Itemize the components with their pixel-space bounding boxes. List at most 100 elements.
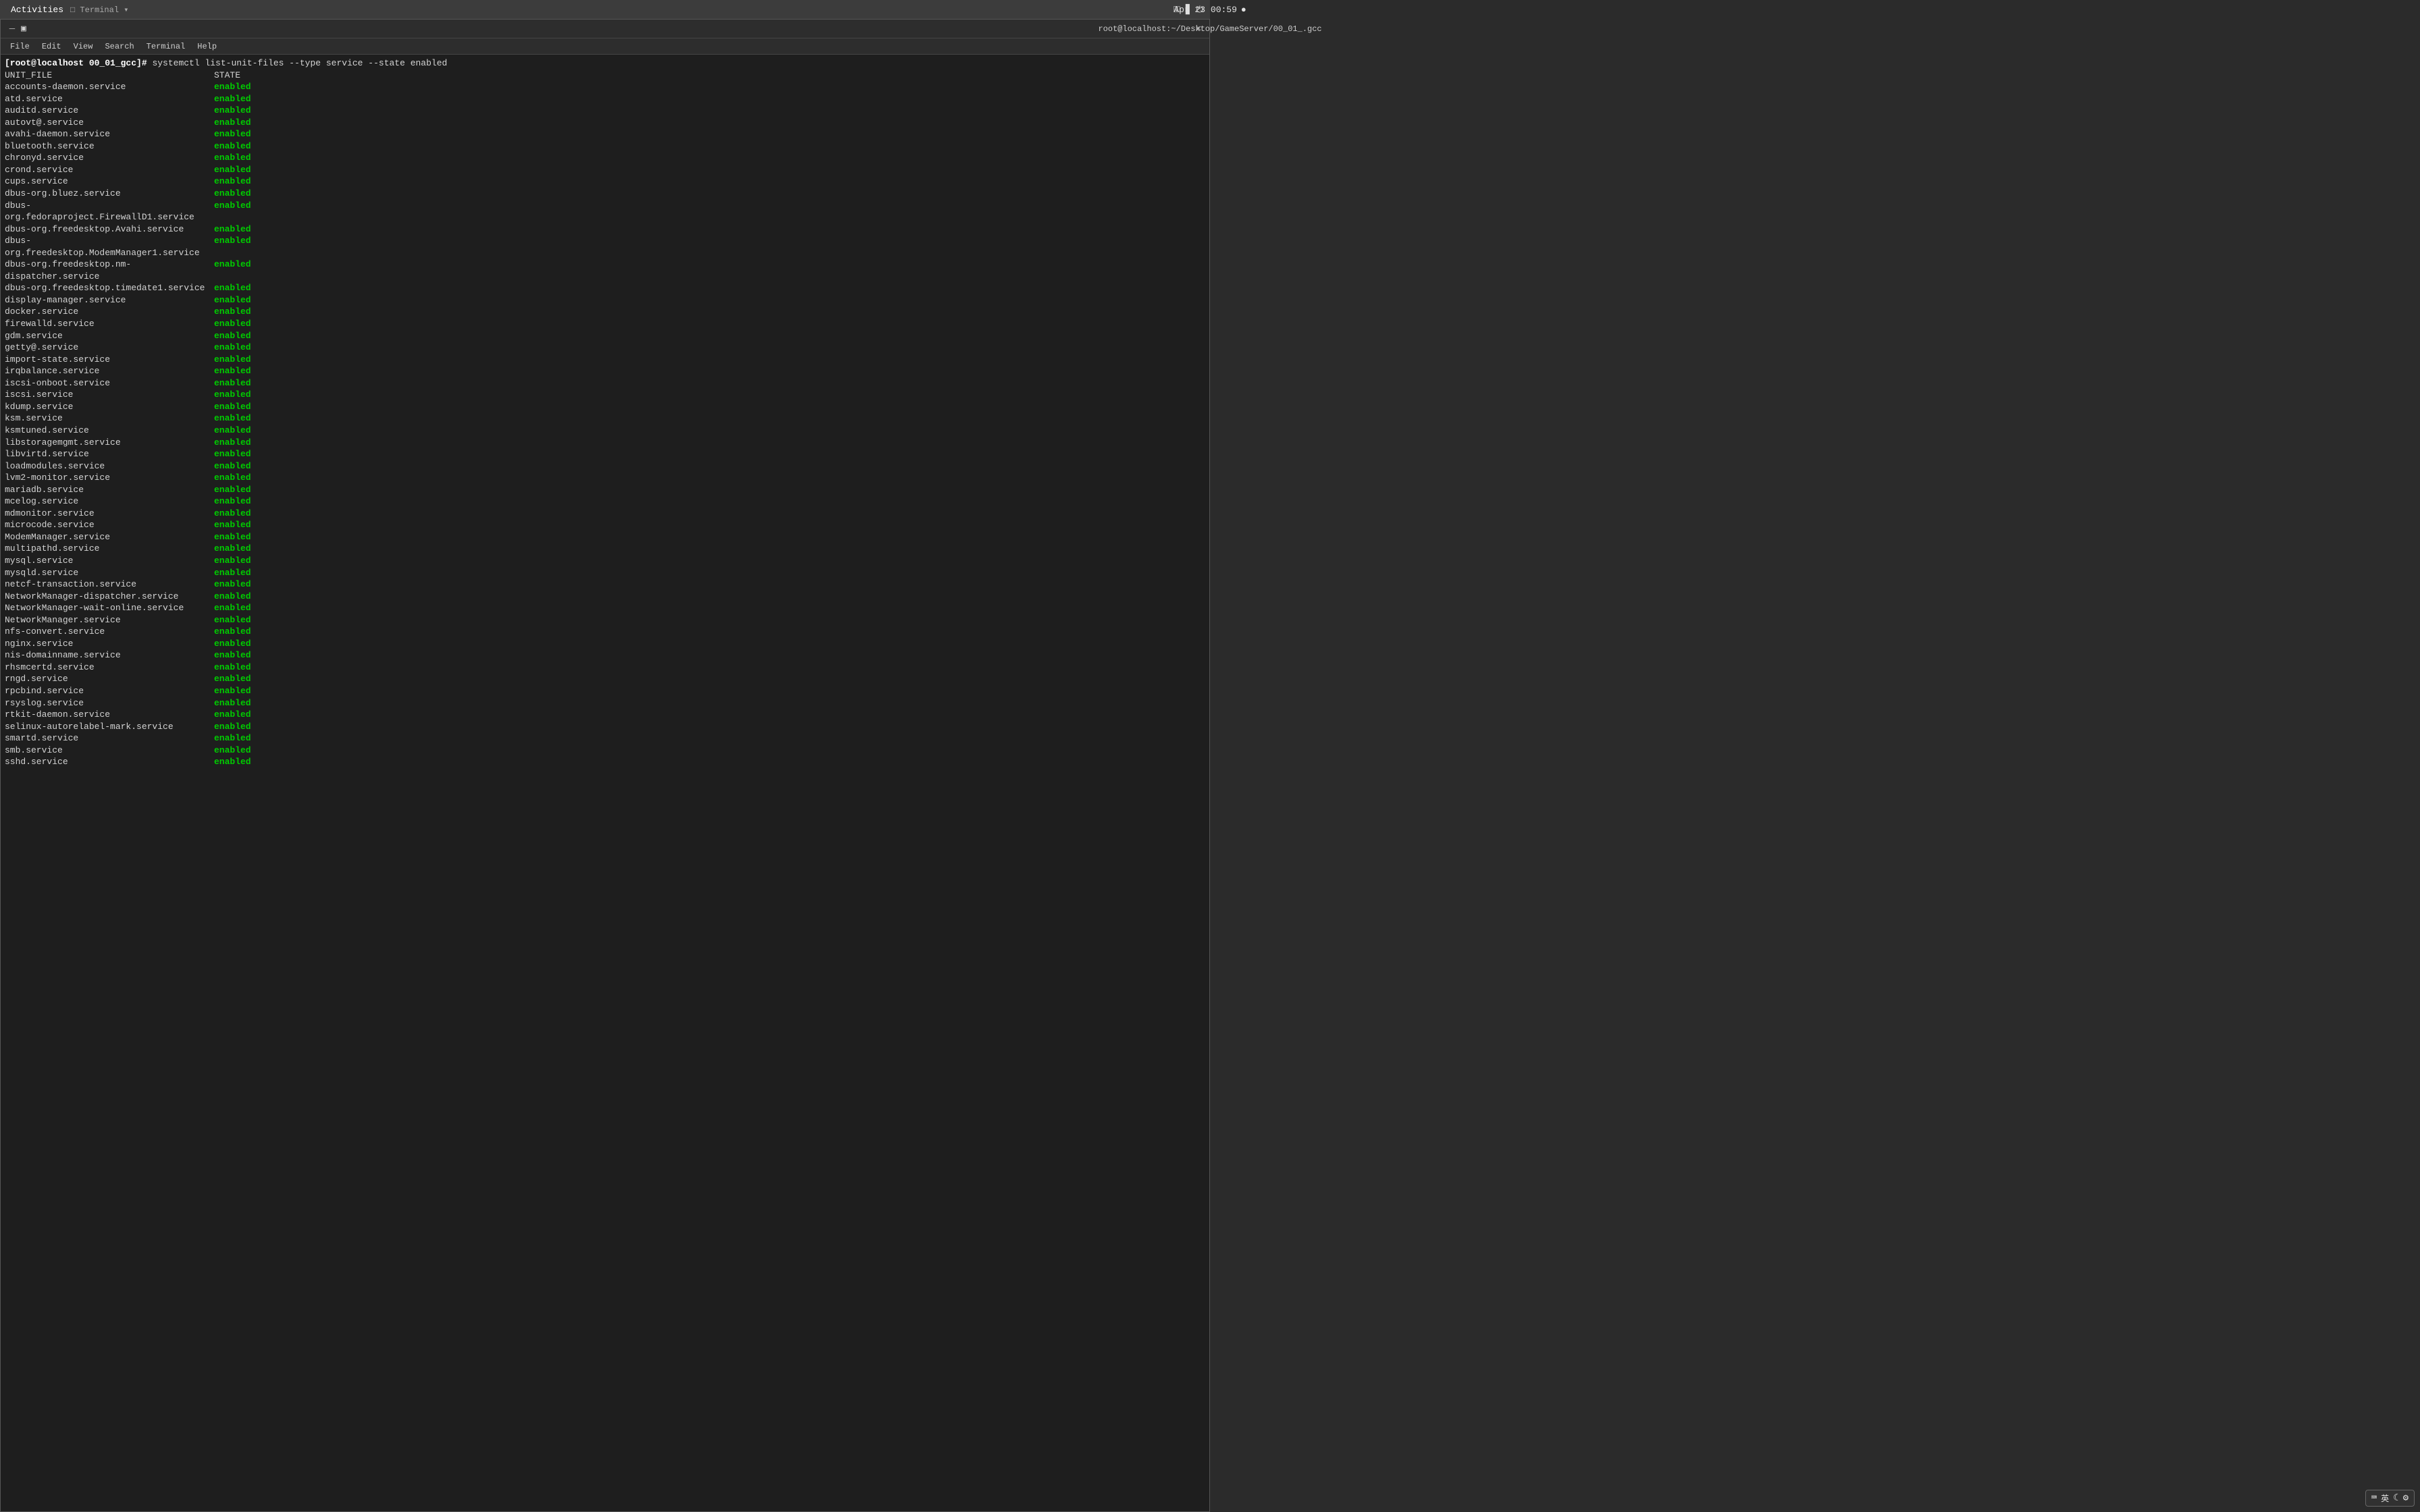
service-state: enabled bbox=[214, 81, 251, 93]
menu-file[interactable]: File bbox=[5, 40, 35, 53]
service-name: irqbalance.service bbox=[5, 365, 214, 377]
service-state: enabled bbox=[214, 543, 251, 555]
terminal-window: — ▣ root@localhost:~/Desktop/GameServer/… bbox=[0, 19, 1210, 1512]
table-row: nis-domainname.serviceenabled bbox=[5, 649, 1205, 662]
service-name: mdmonitor.service bbox=[5, 508, 214, 520]
settings-icon[interactable]: ⚙ bbox=[2403, 1492, 2409, 1504]
table-row: mysql.serviceenabled bbox=[5, 555, 1205, 567]
service-state: enabled bbox=[214, 662, 251, 674]
service-name: import-state.service bbox=[5, 354, 214, 366]
service-name: rhsmcertd.service bbox=[5, 662, 214, 674]
service-name: netcf-transaction.service bbox=[5, 578, 214, 591]
service-state: enabled bbox=[214, 626, 251, 638]
service-name: auditd.service bbox=[5, 105, 214, 117]
service-name: docker.service bbox=[5, 306, 214, 318]
table-row: libstoragemgmt.serviceenabled bbox=[5, 437, 1205, 449]
table-row: autovt@.serviceenabled bbox=[5, 117, 1205, 129]
service-name: rsyslog.service bbox=[5, 697, 214, 709]
service-state: enabled bbox=[214, 294, 251, 306]
service-name: NetworkManager-dispatcher.service bbox=[5, 591, 214, 603]
table-row: nfs-convert.serviceenabled bbox=[5, 626, 1205, 638]
menu-terminal[interactable]: Terminal bbox=[141, 40, 191, 53]
minimize-button[interactable]: — bbox=[6, 23, 18, 35]
service-name: mcelog.service bbox=[5, 495, 214, 508]
service-state: enabled bbox=[214, 649, 251, 662]
menu-edit[interactable]: Edit bbox=[36, 40, 67, 53]
service-name: lvm2-monitor.service bbox=[5, 472, 214, 484]
service-name: dbus-org.freedesktop.ModemManager1.servi… bbox=[5, 235, 214, 259]
service-state: enabled bbox=[214, 697, 251, 709]
lang-indicator[interactable]: 英 bbox=[2381, 1492, 2389, 1504]
table-row: selinux-autorelabel-mark.serviceenabled bbox=[5, 721, 1205, 733]
table-row: rsyslog.serviceenabled bbox=[5, 697, 1205, 709]
menu-search[interactable]: Search bbox=[99, 40, 139, 53]
table-row: chronyd.serviceenabled bbox=[5, 152, 1205, 164]
service-name: rngd.service bbox=[5, 673, 214, 685]
service-name: sshd.service bbox=[5, 756, 214, 768]
table-row: dbus-org.fedoraproject.FirewallD1.servic… bbox=[5, 200, 1205, 223]
service-name: getty@.service bbox=[5, 342, 214, 354]
terminal-body[interactable]: [root@localhost 00_01_gcc]# systemctl li… bbox=[1, 55, 1209, 1511]
service-name: rtkit-daemon.service bbox=[5, 709, 214, 721]
service-state: enabled bbox=[214, 282, 251, 294]
service-state: enabled bbox=[214, 401, 251, 413]
table-row: microcode.serviceenabled bbox=[5, 519, 1205, 531]
keyboard-icon[interactable]: ⌨ bbox=[2371, 1492, 2377, 1504]
service-state: enabled bbox=[214, 365, 251, 377]
service-name: kdump.service bbox=[5, 401, 214, 413]
service-state: enabled bbox=[214, 128, 251, 140]
service-state: enabled bbox=[214, 591, 251, 603]
service-name: autovt@.service bbox=[5, 117, 214, 129]
title-left: — ▣ bbox=[6, 23, 26, 35]
table-row: irqbalance.serviceenabled bbox=[5, 365, 1205, 377]
service-name: dbus-org.fedoraproject.FirewallD1.servic… bbox=[5, 200, 214, 223]
service-name: dbus-org.bluez.service bbox=[5, 188, 214, 200]
table-row: iscsi.serviceenabled bbox=[5, 389, 1205, 401]
menu-view[interactable]: View bbox=[68, 40, 99, 53]
table-row: rpcbind.serviceenabled bbox=[5, 685, 1205, 697]
service-state: enabled bbox=[214, 412, 251, 425]
service-state: enabled bbox=[214, 235, 251, 259]
activities-button[interactable]: Activities bbox=[7, 3, 68, 16]
service-name: avahi-daemon.service bbox=[5, 128, 214, 140]
table-row: avahi-daemon.serviceenabled bbox=[5, 128, 1205, 140]
service-name: bluetooth.service bbox=[5, 140, 214, 153]
table-row: crond.serviceenabled bbox=[5, 164, 1205, 176]
service-state: enabled bbox=[214, 531, 251, 543]
table-row: auditd.serviceenabled bbox=[5, 105, 1205, 117]
service-name: multipathd.service bbox=[5, 543, 214, 555]
system-bar: Activities □ Terminal ▾ Apr 23 00:59 ● ⚿… bbox=[0, 0, 1210, 19]
service-state: enabled bbox=[214, 437, 251, 449]
table-row: loadmodules.serviceenabled bbox=[5, 460, 1205, 473]
service-state: enabled bbox=[214, 176, 251, 188]
service-name: iscsi.service bbox=[5, 389, 214, 401]
service-list: accounts-daemon.serviceenabledatd.servic… bbox=[5, 81, 1205, 768]
table-row: dbus-org.freedesktop.nm-dispatcher.servi… bbox=[5, 259, 1205, 282]
service-state: enabled bbox=[214, 709, 251, 721]
table-row: libvirtd.serviceenabled bbox=[5, 448, 1205, 460]
service-name: loadmodules.service bbox=[5, 460, 214, 473]
service-state: enabled bbox=[214, 614, 251, 626]
service-state: enabled bbox=[214, 164, 251, 176]
service-name: NetworkManager.service bbox=[5, 614, 214, 626]
system-bar-clock: Apr 23 00:59 ● bbox=[1174, 5, 1246, 15]
menu-help[interactable]: Help bbox=[192, 40, 222, 53]
table-row: atd.serviceenabled bbox=[5, 93, 1205, 105]
service-name: dbus-org.freedesktop.nm-dispatcher.servi… bbox=[5, 259, 214, 282]
service-name: crond.service bbox=[5, 164, 214, 176]
service-name: cups.service bbox=[5, 176, 214, 188]
service-state: enabled bbox=[214, 105, 251, 117]
service-state: enabled bbox=[214, 495, 251, 508]
table-header: UNIT_FILE STATE bbox=[5, 70, 1205, 82]
moon-icon[interactable]: ☾ bbox=[2393, 1492, 2398, 1504]
service-state: enabled bbox=[214, 685, 251, 697]
table-row: import-state.serviceenabled bbox=[5, 354, 1205, 366]
table-row: lvm2-monitor.serviceenabled bbox=[5, 472, 1205, 484]
service-state: enabled bbox=[214, 342, 251, 354]
terminal-indicator: □ Terminal ▾ bbox=[70, 5, 128, 15]
service-name: nginx.service bbox=[5, 638, 214, 650]
service-state: enabled bbox=[214, 567, 251, 579]
service-state: enabled bbox=[214, 140, 251, 153]
table-row: ksmtuned.serviceenabled bbox=[5, 425, 1205, 437]
table-row: display-manager.serviceenabled bbox=[5, 294, 1205, 306]
